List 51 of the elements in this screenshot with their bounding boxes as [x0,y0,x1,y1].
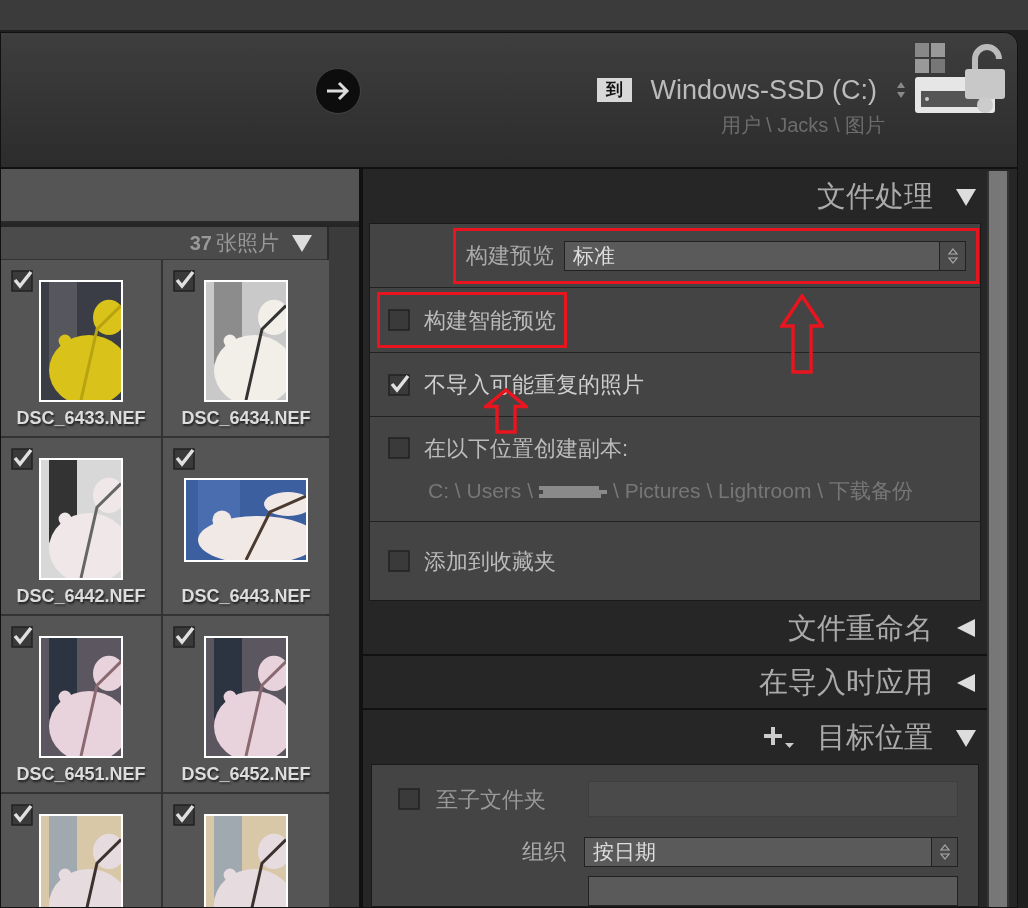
section-title[interactable]: 在导入时应用 [759,660,933,705]
checkbox[interactable] [173,269,195,292]
photo-count: 37 [189,231,212,256]
sort-arrows-icon[interactable] [895,80,907,100]
checkbox[interactable] [11,803,33,826]
collapse-triangle-icon[interactable] [955,618,977,639]
right-arrow-icon [325,80,351,102]
checkbox[interactable] [11,269,33,292]
checkbox[interactable] [388,373,410,396]
drive-lock-icon[interactable] [913,43,1007,115]
collapse-triangle-icon[interactable] [955,187,977,208]
collapse-triangle-icon[interactable] [955,672,977,693]
to-label: 到 [597,78,633,102]
collapse-triangle-icon[interactable] [955,727,977,748]
checkbox[interactable] [11,625,33,648]
file-name: DSC_6443.NEF [181,584,311,608]
file-name: DSC_6433.NEF [16,406,146,430]
file-name: DSC_6452.NEF [181,762,311,786]
file-name: DSC_6434.NEF [181,406,311,430]
checkbox[interactable] [388,309,410,332]
field-label: 组织 [521,838,566,866]
option-label[interactable]: 在以下位置创建副本: [424,431,629,465]
photo-count-label: 张照片 [216,230,279,256]
scrollbar[interactable] [987,171,1009,907]
section-title[interactable]: 目标位置 [817,716,933,760]
go-arrow-button[interactable] [315,68,361,114]
collapse-triangle-icon[interactable] [291,232,313,253]
checkbox[interactable] [173,803,195,826]
checkbox[interactable] [173,625,195,648]
organize-select[interactable]: 按日期 [584,836,958,867]
scrollbar-track[interactable] [327,227,359,907]
section-title[interactable]: 文件重命名 [788,606,933,651]
section-title[interactable]: 文件处理 [817,175,933,219]
folder-path: 用户 \ Jacks \ 图片 [720,113,885,137]
select-field[interactable] [588,876,958,906]
field-label: 构建预览 [466,242,554,271]
checkbox[interactable] [398,788,420,810]
add-dropdown-icon[interactable] [763,724,795,751]
drive-name[interactable]: Windows-SSD (C:) [650,73,877,107]
stepper-arrows-icon[interactable] [946,246,959,265]
option-label[interactable]: 构建智能预览 [424,303,556,337]
stepper-arrows-icon[interactable] [938,842,951,861]
checkbox[interactable] [388,550,410,573]
file-name: DSC_6451.NEF [16,762,146,786]
checkbox[interactable] [388,437,410,460]
option-label[interactable]: 至子文件夹 [436,782,572,816]
option-label[interactable]: 添加到收藏夹 [424,544,556,578]
file-name: DSC_6442.NEF [16,584,146,608]
checkbox[interactable] [173,447,195,470]
preview-select[interactable]: 标准 [564,240,966,271]
checkbox[interactable] [11,447,33,470]
